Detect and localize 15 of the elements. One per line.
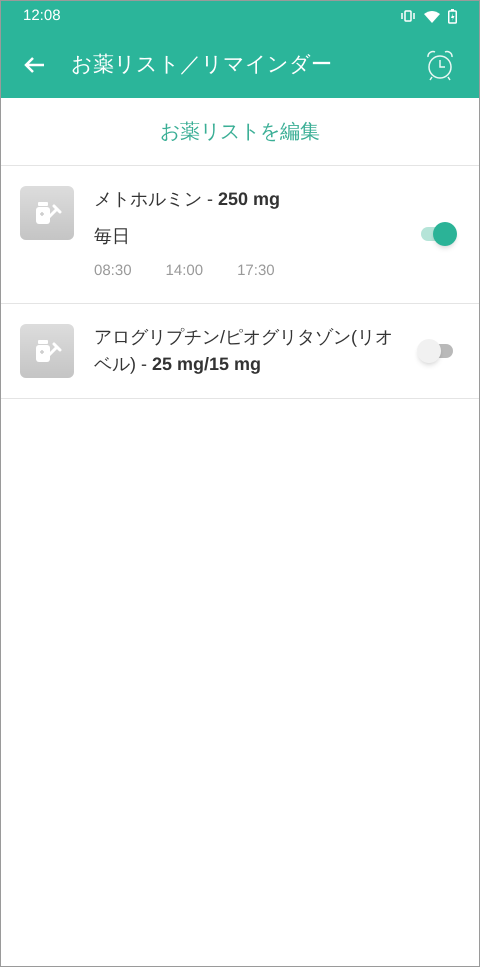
status-time: 12:08 [23,6,61,26]
medicine-bottle-icon [20,324,74,378]
medicine-bottle-icon [20,186,74,240]
vibrate-icon [400,10,416,22]
app-title: お薬リスト／リマインダー [71,52,333,78]
reminder-time: 08:30 [94,261,132,281]
frequency-text: 毎日 [94,225,131,248]
battery-icon [448,8,457,24]
back-arrow-icon[interactable] [23,56,45,74]
wifi-icon [424,10,440,22]
reminder-time: 17:30 [237,261,275,281]
medication-name: アログリプチン/ピオグリタゾン(リオベル) - 25 mg/15 mg [94,326,394,376]
edit-list-link[interactable]: お薬リストを編集 [160,116,320,146]
reminder-time: 14:00 [166,261,204,281]
medication-name: メトホルミン - 250 mg [94,188,282,211]
